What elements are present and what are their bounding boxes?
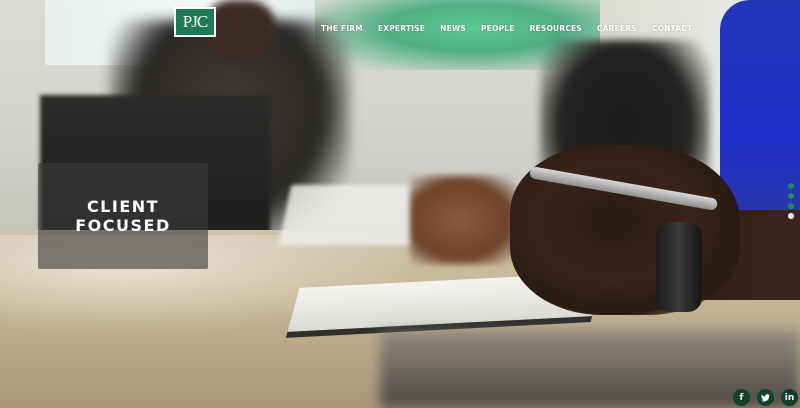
facebook-icon[interactable]: f bbox=[733, 389, 750, 406]
slider-dot-3[interactable] bbox=[788, 203, 794, 209]
hero-caption-line-1: CLIENT bbox=[86, 197, 160, 216]
slider-dot-1[interactable] bbox=[788, 183, 794, 189]
hero-caption-line-2: FOCUSED bbox=[75, 216, 171, 235]
logo-text: PJC bbox=[182, 12, 208, 31]
nav-item-careers[interactable]: CAREERS bbox=[597, 24, 637, 33]
nav-item-expertise[interactable]: EXPERTISE bbox=[378, 24, 425, 33]
slider-pagination bbox=[788, 183, 794, 219]
nav-item-resources[interactable]: RESOURCES bbox=[530, 24, 582, 33]
main-nav: THE FIRM EXPERTISE NEWS PEOPLE RESOURCES… bbox=[321, 24, 692, 33]
twitter-bird-glyph bbox=[761, 393, 770, 402]
slider-dot-4[interactable] bbox=[788, 213, 794, 219]
hero-caption: CLIENT FOCUSED bbox=[38, 163, 208, 269]
site-logo[interactable]: PJC bbox=[174, 7, 216, 37]
hero-slider: PJC THE FIRM EXPERTISE NEWS PEOPLE RESOU… bbox=[0, 0, 800, 408]
twitter-icon[interactable] bbox=[757, 389, 774, 406]
nav-item-news[interactable]: NEWS bbox=[440, 24, 466, 33]
social-links: f in bbox=[733, 389, 798, 406]
nav-item-contact[interactable]: CONTACT bbox=[652, 24, 693, 33]
background-watch bbox=[656, 222, 702, 312]
linkedin-icon[interactable]: in bbox=[781, 389, 798, 406]
nav-item-the-firm[interactable]: THE FIRM bbox=[321, 24, 363, 33]
background-hand bbox=[410, 175, 520, 265]
nav-item-people[interactable]: PEOPLE bbox=[481, 24, 515, 33]
slider-dot-2[interactable] bbox=[788, 193, 794, 199]
